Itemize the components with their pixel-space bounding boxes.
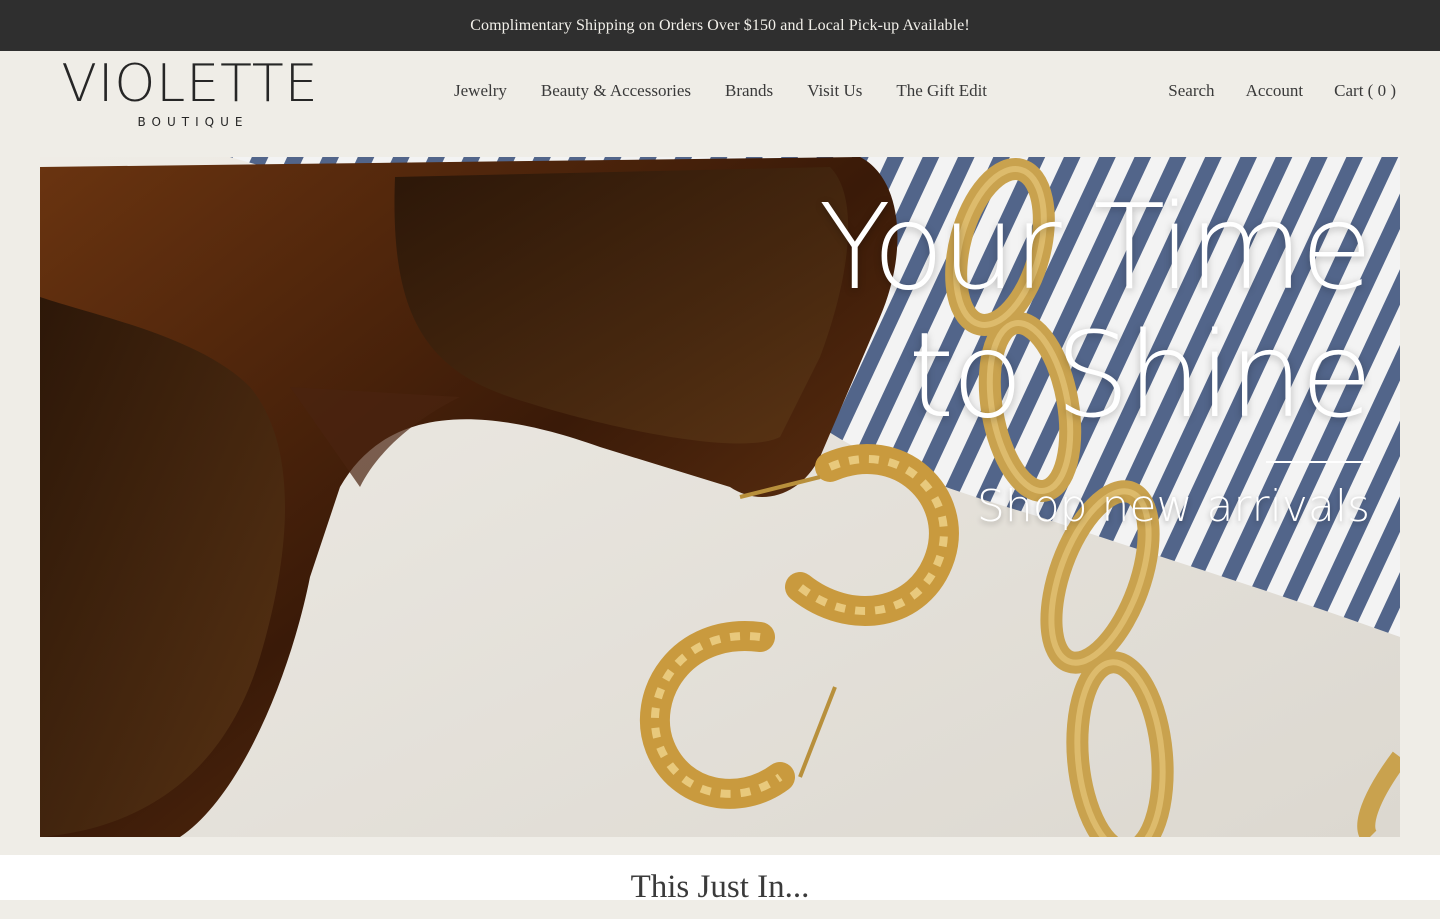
nav-item-beauty-accessories[interactable]: Beauty & Accessories [541,81,691,101]
hero-title-line2: to Shine [908,306,1373,444]
nav-item-visit-us[interactable]: Visit Us [807,81,862,101]
hero-text-block: Your Time to Shine Shop new arrivals [818,178,1373,532]
hero-banner[interactable]: Your Time to Shine Shop new arrivals [40,157,1400,837]
main-nav: Jewelry Beauty & Accessories Brands Visi… [454,81,987,101]
announcement-text: Complimentary Shipping on Orders Over $1… [470,16,970,34]
this-just-in-heading: This Just In... [0,855,1440,905]
hero-divider [1266,461,1370,463]
announcement-bar: Complimentary Shipping on Orders Over $1… [0,0,1440,51]
hero-title-line1: Your Time [818,178,1373,316]
shop-new-arrivals-link[interactable]: Shop new arrivals [977,481,1370,532]
site-header: VIOLETTE BOUTIQUE Jewelry Beauty & Acces… [0,51,1440,157]
nav-item-brands[interactable]: Brands [725,81,773,101]
account-link[interactable]: Account [1246,81,1304,101]
nav-item-jewelry[interactable]: Jewelry [454,81,507,101]
brand-tagline: BOUTIQUE [137,115,249,129]
nav-item-gift-edit[interactable]: The Gift Edit [896,81,987,101]
search-link[interactable]: Search [1168,81,1214,101]
brand-logo[interactable]: VIOLETTE BOUTIQUE [44,55,336,129]
cart-link[interactable]: Cart ( 0 ) [1334,81,1396,101]
utility-nav: Search Account Cart ( 0 ) [1168,81,1396,101]
brand-name: VIOLETTE [61,54,319,114]
